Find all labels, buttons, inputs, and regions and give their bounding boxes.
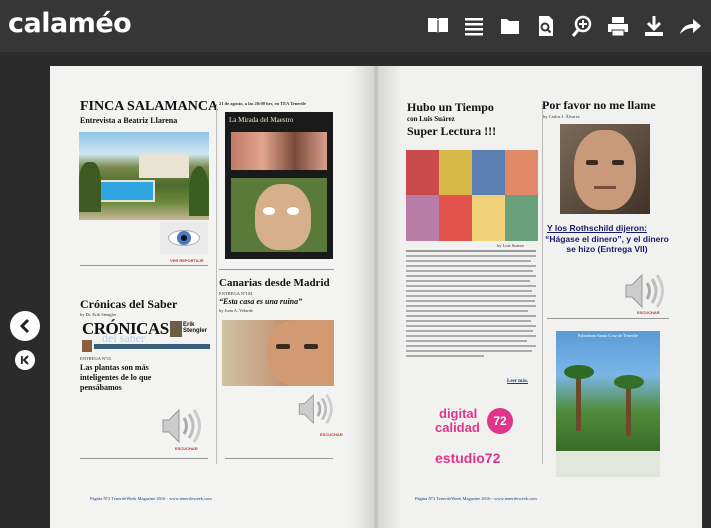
estudio72-logo[interactable]: estudio72 xyxy=(435,450,500,466)
favor-title: Por favor no me llame xyxy=(542,98,656,112)
canarias-author: by Juan A. Velarde xyxy=(219,308,253,313)
print-icon[interactable] xyxy=(605,13,631,39)
share-icon[interactable] xyxy=(677,13,703,39)
previous-page-button[interactable] xyxy=(10,311,40,341)
escuchar-link[interactable]: ESCUCHAR xyxy=(637,310,660,315)
first-page-button[interactable] xyxy=(15,350,35,370)
right-page-footer[interactable]: Página Nº3 TenerifeWeek Magazine 2016 - … xyxy=(415,496,537,501)
bald-man-portrait[interactable] xyxy=(560,124,650,214)
left-page-footer[interactable]: Página Nº2 TenerifeWeek Magazine 2016 - … xyxy=(90,496,212,501)
velarde-portrait[interactable] xyxy=(222,320,334,386)
escuchar-link[interactable]: ESCUCHAR xyxy=(320,432,343,437)
eye-photo[interactable] xyxy=(160,222,208,254)
column-rule xyxy=(542,104,543,464)
cronicas-logo-banner[interactable]: CRÓNICAS del saber Erik Stengler xyxy=(82,319,210,353)
ver-reportaje-link[interactable]: VER REPORTAJE xyxy=(170,258,204,263)
viewer-app: calaméo FINCA SALAMANCA Entrevista a Bea… xyxy=(0,0,711,528)
hubo-subtitle: con Luis Suárez xyxy=(407,115,455,123)
rothschild-headline[interactable]: Y los Rothschild dijeron: xyxy=(547,223,647,233)
mirada-title: La Mirada del Maestro xyxy=(229,116,294,124)
divider xyxy=(80,265,208,266)
palmetum-poster[interactable]: Palmetum Santa Cruz de Tenerife xyxy=(556,331,660,477)
cronicas-title: Crónicas del Saber xyxy=(80,297,178,311)
plantas-headline[interactable]: Las plantas son más inteligentes de lo q… xyxy=(80,363,180,393)
toolbar-buttons xyxy=(425,13,703,39)
hubo-title: Hubo un Tiempo xyxy=(407,100,494,114)
plant-thumb xyxy=(82,340,92,352)
open-book-icon[interactable] xyxy=(425,13,451,39)
author-avatar xyxy=(170,321,182,337)
divider xyxy=(225,458,333,459)
zoom-in-icon[interactable] xyxy=(569,13,595,39)
finca-subtitle: Entrevista a Beatriz Llarena xyxy=(80,116,178,125)
speaker-icon[interactable] xyxy=(157,406,207,451)
chevron-left-icon xyxy=(19,318,30,334)
document-icon[interactable] xyxy=(533,13,559,39)
cronicas-author: by Dr. Erik Stengler xyxy=(80,312,117,317)
banner-strip xyxy=(94,344,210,349)
download-icon[interactable] xyxy=(641,13,667,39)
divider xyxy=(547,318,669,319)
digital-text: digital xyxy=(439,406,478,421)
left-page[interactable]: FINCA SALAMANCA Entrevista a Beatriz Lla… xyxy=(50,66,375,528)
magazine-spread: FINCA SALAMANCA Entrevista a Beatriz Lla… xyxy=(50,66,702,528)
top-toolbar: calaméo xyxy=(0,0,711,52)
super-lectura: Super Lectura !!! xyxy=(407,124,497,138)
column-rule xyxy=(216,104,217,464)
canarias-entrega: ENTREGA Nº104 xyxy=(219,291,253,296)
folder-icon[interactable] xyxy=(497,13,523,39)
event-line: 21 de agosto, a las 20:00 hrs, en TEA Te… xyxy=(219,101,307,106)
skip-first-icon xyxy=(21,355,29,365)
article-body xyxy=(406,250,536,370)
villa-pool-photo[interactable] xyxy=(79,132,209,220)
divider xyxy=(80,458,208,459)
speaker-icon[interactable] xyxy=(294,391,338,432)
divider xyxy=(219,269,334,270)
escuchar-link[interactable]: ESCUCHAR xyxy=(175,446,198,451)
digital-calidad-logo[interactable]: digital calidad 72 xyxy=(431,404,531,444)
list-icon[interactable] xyxy=(461,13,487,39)
hagase-subtitle[interactable]: “Hágase el dinero”, y el dinero se hizo … xyxy=(543,234,671,254)
entrega-label: ENTREGA Nº35 xyxy=(80,356,112,361)
mirada-poster[interactable]: La Mirada del Maestro xyxy=(225,112,333,259)
erik-label: Erik Stengler xyxy=(183,322,208,334)
magazines-collage[interactable] xyxy=(406,150,538,241)
leer-mas-link[interactable]: Leer más. xyxy=(507,379,528,384)
hubo-author: by Luis Suárez xyxy=(497,243,524,248)
finca-title: FINCA SALAMANCA xyxy=(80,99,219,114)
canarias-quote[interactable]: “Esta casa es una ruina” xyxy=(219,297,302,306)
calameo-logo[interactable]: calaméo xyxy=(8,8,132,39)
favor-author: by Carlos J. Álvarez xyxy=(543,114,580,119)
number-badge: 72 xyxy=(487,408,513,434)
palmetum-title: Palmetum Santa Cruz de Tenerife xyxy=(577,333,639,338)
calidad-text: calidad xyxy=(435,420,480,435)
canarias-title: Canarias desde Madrid xyxy=(219,277,330,289)
right-page[interactable]: Hubo un Tiempo con Luis Suárez Super Lec… xyxy=(375,66,702,528)
